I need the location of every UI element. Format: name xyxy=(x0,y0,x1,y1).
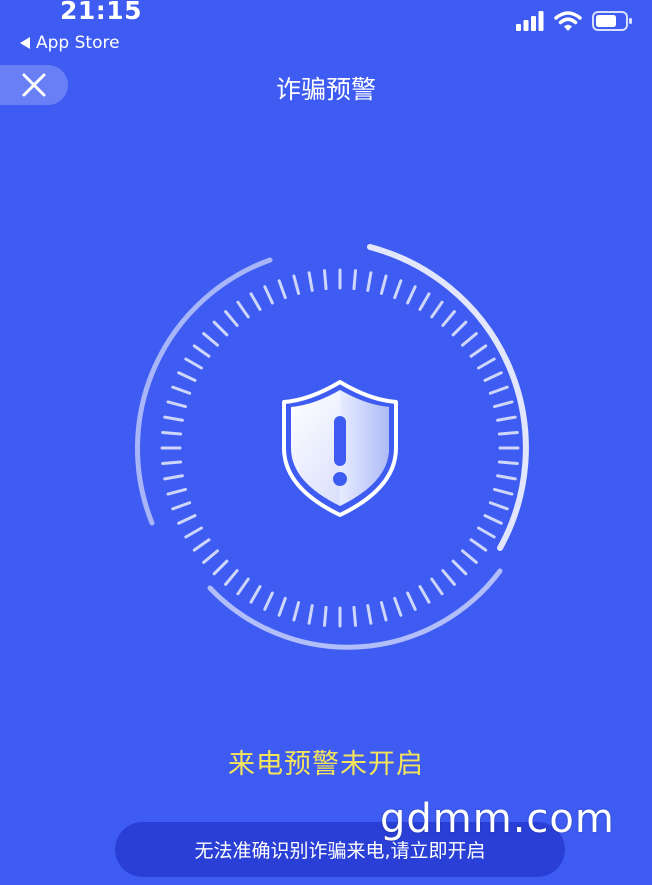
tick-mark xyxy=(366,604,373,625)
tick-mark xyxy=(184,357,203,370)
shield-alert-icon xyxy=(282,380,398,517)
tick-mark xyxy=(249,585,262,604)
tick-mark xyxy=(192,538,211,552)
tick-mark xyxy=(212,320,229,337)
tick-mark xyxy=(497,430,519,436)
tick-mark xyxy=(171,385,192,395)
tick-mark xyxy=(212,559,229,576)
tick-mark xyxy=(496,474,517,481)
tick-mark xyxy=(451,559,468,576)
tick-mark xyxy=(483,514,503,525)
system-icons xyxy=(516,10,634,32)
outer-arc-left xyxy=(135,257,273,526)
tick-mark xyxy=(496,415,517,422)
tick-mark xyxy=(292,601,301,622)
tick-mark xyxy=(497,460,519,466)
tick-mark xyxy=(263,591,274,611)
tick-mark xyxy=(192,344,211,358)
tick-mark xyxy=(469,538,488,552)
tick-mark xyxy=(493,487,514,496)
tick-mark xyxy=(418,585,431,604)
outer-arc-top-right xyxy=(367,244,529,551)
wifi-icon xyxy=(554,11,582,31)
tick-mark xyxy=(477,526,496,539)
tick-mark xyxy=(366,271,373,292)
tick-mark xyxy=(307,271,314,292)
status-bar: 21:15 App Store xyxy=(0,0,652,60)
tick-mark xyxy=(171,501,192,511)
tick-mark xyxy=(461,549,478,564)
tick-mark xyxy=(202,332,219,347)
tick-mark xyxy=(352,269,358,291)
back-to-app-store[interactable]: App Store xyxy=(20,33,120,53)
tick-mark xyxy=(406,591,417,611)
tick-mark xyxy=(406,285,417,305)
tick-mark xyxy=(322,269,328,291)
tick-mark xyxy=(418,292,431,311)
tick-mark xyxy=(202,549,219,564)
tick-mark xyxy=(224,569,239,586)
tick-mark xyxy=(493,400,514,409)
tick-mark xyxy=(393,596,403,617)
back-app-label: App Store xyxy=(36,33,120,53)
call-warning-status: 来电预警未开启 xyxy=(228,749,424,780)
watermark-text: gdmm.com xyxy=(380,796,615,842)
tick-mark xyxy=(277,596,287,617)
tick-mark xyxy=(177,371,197,382)
tick-mark xyxy=(249,292,262,311)
tick-mark xyxy=(469,344,488,358)
tick-mark xyxy=(161,430,183,436)
tick-mark xyxy=(277,279,287,300)
status-time: 21:15 xyxy=(60,0,143,25)
tick-mark xyxy=(307,604,314,625)
tick-mark xyxy=(451,320,468,337)
tick-mark xyxy=(379,601,388,622)
tick-mark xyxy=(441,310,456,327)
tick-mark xyxy=(488,385,509,395)
tick-mark xyxy=(163,474,184,481)
tick-mark xyxy=(477,357,496,370)
tick-mark xyxy=(163,415,184,422)
tick-mark xyxy=(166,400,187,409)
tick-mark xyxy=(461,332,478,347)
tick-mark xyxy=(161,460,183,466)
tick-mark xyxy=(430,577,444,596)
tick-mark xyxy=(352,605,358,627)
tick-mark xyxy=(322,605,328,627)
battery-icon xyxy=(592,11,632,31)
tick-mark xyxy=(292,274,301,295)
tick-mark xyxy=(184,526,203,539)
tick-mark xyxy=(177,514,197,525)
tick-mark xyxy=(488,501,509,511)
tick-mark xyxy=(441,569,456,586)
tick-mark xyxy=(483,371,503,382)
tick-mark xyxy=(236,300,250,319)
signal-icon xyxy=(516,11,544,31)
page-title: 诈骗预警 xyxy=(275,75,376,104)
tick-mark xyxy=(263,285,274,305)
tick-mark xyxy=(430,300,444,319)
radar-scanner xyxy=(135,244,529,650)
tick-mark xyxy=(166,487,187,496)
back-triangle-icon xyxy=(20,37,30,49)
tick-mark xyxy=(379,274,388,295)
tick-mark xyxy=(224,310,239,327)
tick-mark xyxy=(236,577,250,596)
tick-mark xyxy=(393,279,403,300)
